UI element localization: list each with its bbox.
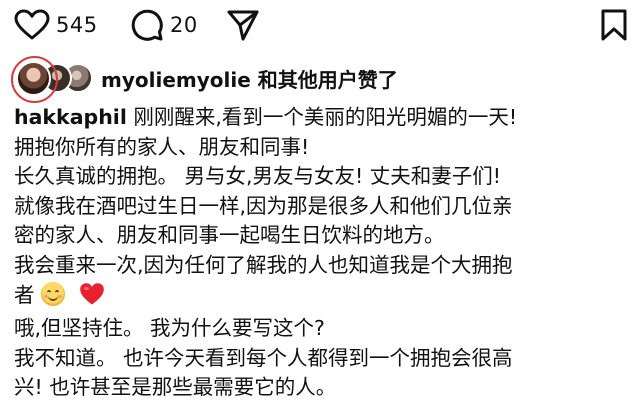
bookmark-icon[interactable] — [600, 8, 628, 42]
comment-action[interactable]: 20 — [130, 8, 198, 42]
like-count[interactable]: 545 — [56, 13, 98, 37]
caption-text: 者 — [14, 282, 35, 307]
red-heart-emoji — [79, 282, 105, 315]
save-action[interactable] — [600, 8, 628, 42]
caption-line: 我会重来一次,因为任何了解我的人也知道我是个大拥抱 — [14, 252, 513, 277]
caption-line: 者 — [14, 281, 630, 315]
smiling-face-emoji — [40, 281, 65, 306]
caption-text: 刚刚醒来,看到一个美丽的阳光明媚的一天! — [126, 105, 518, 129]
post-caption: hakkaphil 刚刚醒来,看到一个美丽的阳光明媚的一天! 拥抱你所有的家人、… — [14, 103, 630, 403]
caption-line: 长久真诚的拥抱。 男与女,男友与女友! 丈夫和妻子们! — [14, 164, 501, 189]
liked-by-suffix[interactable]: 和其他用户赞了 — [251, 68, 398, 92]
liked-by-row: myoliemyolie 和其他用户赞了 — [11, 55, 398, 103]
comment-count[interactable]: 20 — [170, 13, 198, 37]
liker-avatars[interactable] — [11, 55, 93, 103]
comment-bubble-icon[interactable] — [130, 8, 164, 42]
caption-line: 就像我在酒吧过生日一样,因为那是很多人和他们几位亲 — [14, 193, 513, 218]
post-action-bar: 545 20 — [0, 0, 640, 50]
caption-line: 兴! 也许甚至是那些最需要它的人。 — [14, 375, 337, 400]
paper-plane-icon[interactable] — [226, 8, 260, 42]
liker-username[interactable]: myoliemyolie — [101, 68, 251, 92]
caption-line: hakkaphil 刚刚醒来,看到一个美丽的阳光明媚的一天! — [14, 103, 630, 133]
avatar[interactable] — [16, 60, 51, 96]
caption-line: 密的家人、朋友和同事一起喝生日饮料的地方。 — [14, 223, 445, 248]
share-action[interactable] — [226, 8, 260, 42]
liked-by-text: myoliemyolie 和其他用户赞了 — [101, 64, 398, 93]
like-action[interactable]: 545 — [14, 8, 98, 42]
caption-line: 拥抱你所有的家人、朋友和同事! — [14, 134, 310, 159]
caption-line: 哦,但坚持住。 我为什么要写这个? — [14, 316, 325, 341]
caption-author[interactable]: hakkaphil — [14, 105, 127, 129]
heart-outline-icon[interactable] — [14, 9, 50, 41]
caption-line: 我不知道。 也许今天看到每个人都得到一个拥抱会很高 — [14, 345, 513, 370]
